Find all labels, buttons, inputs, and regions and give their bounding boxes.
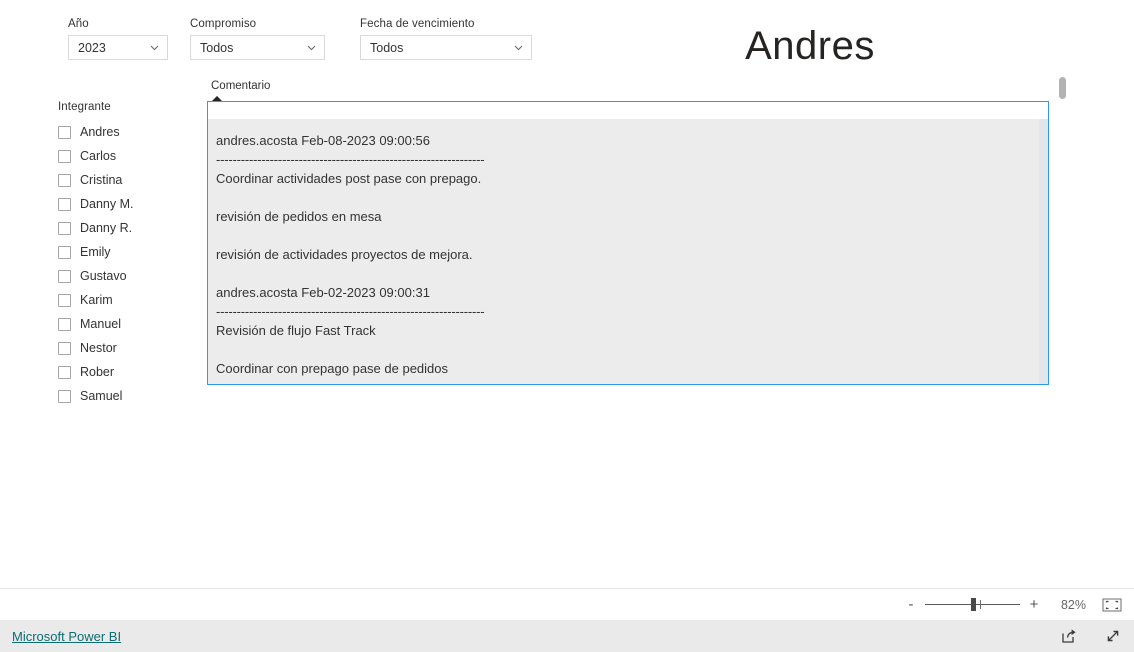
checkbox-icon[interactable] xyxy=(58,365,71,379)
integrante-item[interactable]: Samuel xyxy=(58,384,198,408)
checkbox-icon[interactable] xyxy=(58,269,71,283)
fullscreen-expand-icon[interactable] xyxy=(1104,627,1122,645)
slicer-compromiso-value: Todos xyxy=(200,40,234,55)
comment-line: revisión de actividades proyectos de mej… xyxy=(216,247,473,262)
slicer-fecha-vencimiento-value: Todos xyxy=(370,40,404,55)
tab-comentario[interactable]: Comentario xyxy=(211,80,270,92)
checkbox-icon[interactable] xyxy=(58,245,71,259)
chevron-down-icon xyxy=(512,41,525,54)
integrante-item-label: Samuel xyxy=(80,389,123,403)
integrante-slicer: Integrante Andres Carlos Cristina Danny M. D… xyxy=(58,101,198,408)
microsoft-power-bi-link[interactable]: Microsoft Power BI xyxy=(12,629,121,644)
footer-bar: Microsoft Power BI xyxy=(0,620,1134,652)
comment-line: Coordinar actividades post pase con prep… xyxy=(216,171,482,186)
integrante-item[interactable]: Danny R. xyxy=(58,216,198,240)
chevron-down-icon xyxy=(148,41,161,54)
comment-line: Coordinar con prepago pase de pedidos xyxy=(216,361,449,376)
comment-separator: ----------------------------------------… xyxy=(216,152,485,167)
zoom-slider-thumb[interactable] xyxy=(971,597,976,611)
slicer-fecha-vencimiento-dropdown[interactable]: Todos xyxy=(360,35,532,60)
zoom-out-button[interactable]: - xyxy=(903,597,919,612)
slicer-fecha-vencimiento: Fecha de vencimiento Todos xyxy=(360,18,532,60)
integrante-item[interactable]: Karim xyxy=(58,288,198,312)
integrante-item[interactable]: Manuel xyxy=(58,312,198,336)
integrante-list: Andres Carlos Cristina Danny M. Danny R. Emil… xyxy=(58,120,198,408)
integrante-item-label: Karim xyxy=(80,293,113,307)
integrante-item-label: Manuel xyxy=(80,317,121,331)
zoom-level-label: 82% xyxy=(1060,597,1086,612)
comment-separator: ----------------------------------------… xyxy=(216,304,485,319)
integrante-item-label: Gustavo xyxy=(80,269,127,283)
slicer-ano-value: 2023 xyxy=(78,40,106,55)
slicer-ano: Año 2023 xyxy=(68,18,168,60)
zoom-in-button[interactable]: + xyxy=(1026,597,1042,612)
page-title: Andres xyxy=(745,24,875,68)
integrante-item[interactable]: Gustavo xyxy=(58,264,198,288)
comment-line: andres.acosta Feb-02-2023 09:00:31 xyxy=(216,285,430,300)
slicer-ano-dropdown[interactable]: 2023 xyxy=(68,35,168,60)
comment-blank-line xyxy=(212,340,1039,359)
integrante-item-label: Rober xyxy=(80,365,115,379)
slicer-compromiso-label: Compromiso xyxy=(190,18,257,30)
integrante-item[interactable]: Rober xyxy=(58,360,198,384)
slicer-compromiso-dropdown[interactable]: Todos xyxy=(190,35,325,60)
checkbox-icon[interactable] xyxy=(58,173,71,187)
integrante-item-label: Danny M. xyxy=(80,197,134,211)
checkbox-icon[interactable] xyxy=(58,293,71,307)
slicer-compromiso: Compromiso Todos xyxy=(190,18,325,60)
share-icon[interactable] xyxy=(1060,627,1078,645)
page-scrollbar-thumb[interactable] xyxy=(1059,77,1066,99)
slicer-ano-label: Año xyxy=(68,18,89,30)
integrante-item[interactable]: Andres xyxy=(58,120,198,144)
integrante-item-label: Nestor xyxy=(80,341,117,355)
report-canvas: Año 2023 Compromiso Todos Fecha de venci… xyxy=(0,0,1134,652)
checkbox-icon[interactable] xyxy=(58,317,71,331)
integrante-item[interactable]: Carlos xyxy=(58,144,198,168)
integrante-item-label: Andres xyxy=(80,125,120,139)
integrante-item[interactable]: Cristina xyxy=(58,168,198,192)
checkbox-icon[interactable] xyxy=(58,221,71,235)
comment-panel-scrollbar[interactable] xyxy=(1039,119,1048,384)
checkbox-icon[interactable] xyxy=(58,197,71,211)
integrante-item[interactable]: Emily xyxy=(58,240,198,264)
comment-blank-line xyxy=(212,188,1039,207)
chevron-down-icon xyxy=(305,41,318,54)
integrante-item-label: Cristina xyxy=(80,173,123,187)
footer-actions xyxy=(1034,627,1134,645)
slicer-fecha-vencimiento-label: Fecha de vencimiento xyxy=(360,18,475,30)
comment-line: Revisión de flujo Fast Track xyxy=(216,323,376,338)
comment-blank-line xyxy=(212,226,1039,245)
integrante-item[interactable]: Danny M. xyxy=(58,192,198,216)
comment-panel: andres.acosta Feb-08-2023 09:00:56 ------… xyxy=(207,101,1049,385)
comment-line: andres.acosta Feb-08-2023 09:00:56 xyxy=(216,133,430,148)
checkbox-icon[interactable] xyxy=(58,341,71,355)
checkbox-icon[interactable] xyxy=(58,389,71,403)
integrante-item[interactable]: Nestor xyxy=(58,336,198,360)
integrante-title: Integrante xyxy=(58,101,111,113)
comment-line: revisión de pedidos en mesa xyxy=(216,209,382,224)
comment-text-area[interactable]: andres.acosta Feb-08-2023 09:00:56 ------… xyxy=(208,119,1039,384)
status-bar: - + 82% xyxy=(0,588,1134,620)
zoom-slider[interactable] xyxy=(925,597,1020,613)
fit-to-page-icon[interactable] xyxy=(1102,597,1122,613)
integrante-item-label: Emily xyxy=(80,245,111,259)
checkbox-icon[interactable] xyxy=(58,149,71,163)
integrante-item-label: Danny R. xyxy=(80,221,133,235)
comment-blank-line xyxy=(212,264,1039,283)
integrante-item-label: Carlos xyxy=(80,149,117,163)
checkbox-icon[interactable] xyxy=(58,125,71,139)
zoom-slider-tick xyxy=(980,599,981,609)
